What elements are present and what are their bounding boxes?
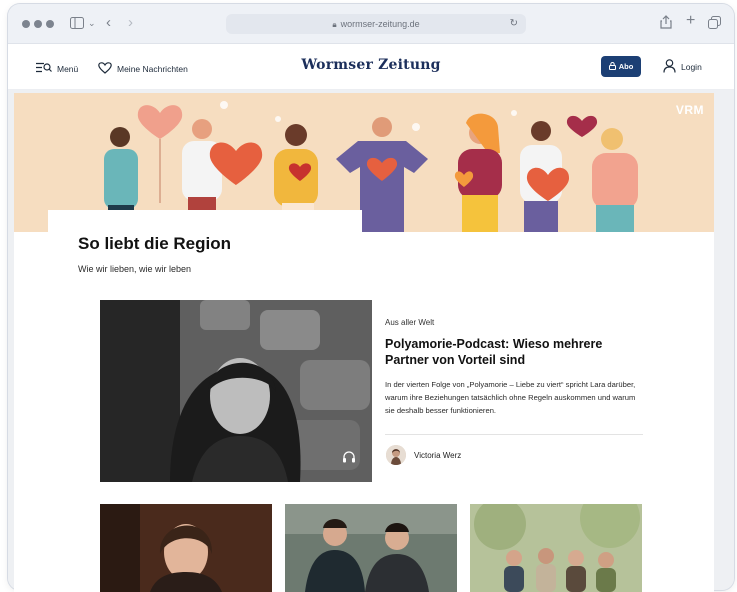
reload-icon[interactable]: ↻ <box>510 14 518 34</box>
address-bar[interactable]: 🔒︎ wormser-zeitung.de ↻ <box>226 14 526 34</box>
share-icon[interactable] <box>660 15 672 32</box>
minimize-window-button[interactable] <box>34 20 42 28</box>
author-avatar <box>386 445 406 465</box>
teaser-image-2[interactable] <box>285 504 457 592</box>
lock-icon <box>608 61 616 72</box>
article-headline[interactable]: Polyamorie-Podcast: Wieso mehrere Partne… <box>385 336 640 368</box>
plus-icon[interactable]: + <box>686 13 695 29</box>
section-subtitle: Wie wir lieben, wie wir leben <box>78 264 192 274</box>
zoom-window-button[interactable] <box>46 20 54 28</box>
section-title: So liebt die Region <box>78 234 232 253</box>
sidebar-icon[interactable] <box>70 17 84 32</box>
login-button[interactable]: Login <box>663 59 702 75</box>
user-icon <box>663 59 676 75</box>
teaser-image-3[interactable] <box>470 504 642 592</box>
browser-toolbar: ⌄ ‹ › 🔒︎ wormser-zeitung.de ↻ + <box>8 4 734 44</box>
url-text: wormser-zeitung.de <box>340 19 420 29</box>
teaser-image-1[interactable] <box>100 504 272 592</box>
article-kicker: Aus aller Welt <box>385 318 435 327</box>
tabs-overview-icon[interactable] <box>708 16 721 32</box>
section-title-tab <box>48 210 362 234</box>
chevron-right-icon[interactable]: › <box>128 15 133 30</box>
lock-icon: 🔒︎ <box>332 20 337 29</box>
login-label: Login <box>681 62 702 72</box>
abo-label: Abo <box>618 62 634 71</box>
abo-button[interactable]: Abo <box>601 56 641 77</box>
author-name[interactable]: Victoria Werz <box>414 451 461 460</box>
article-teaser: In der vierten Folge von „Polyamorie – L… <box>385 380 636 415</box>
divider <box>385 434 643 435</box>
feature-image[interactable] <box>100 300 372 482</box>
site-header: Menü Meine Nachrichten Wormser Zeitung A… <box>8 44 734 90</box>
headphones-icon <box>342 450 356 468</box>
close-window-button[interactable] <box>22 20 30 28</box>
chevron-left-icon[interactable]: ‹ <box>106 15 111 30</box>
chevron-down-icon[interactable]: ⌄ <box>88 16 96 30</box>
vrm-badge: VRM <box>675 103 704 117</box>
